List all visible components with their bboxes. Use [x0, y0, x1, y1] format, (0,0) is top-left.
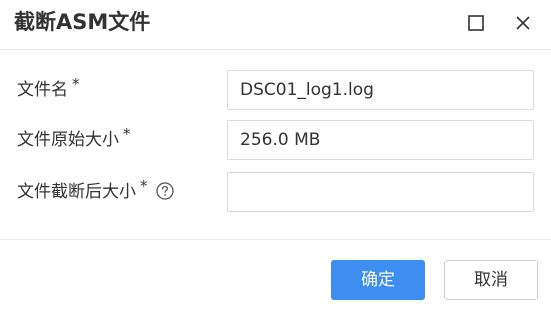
form-row-file-name: 文件名 *: [0, 70, 551, 110]
required-mark: *: [140, 177, 148, 195]
truncated-size-input[interactable]: [227, 172, 534, 212]
cancel-button[interactable]: 取消: [444, 260, 538, 300]
maximize-button[interactable]: [463, 10, 489, 36]
close-x-icon: [516, 16, 530, 30]
file-name-label-text: 文件名: [17, 80, 68, 100]
original-size-label-text: 文件原始大小: [17, 130, 119, 150]
file-name-input[interactable]: [227, 70, 534, 110]
original-size-label: 文件原始大小 *: [17, 125, 131, 152]
required-mark: *: [72, 75, 80, 93]
file-name-label: 文件名 *: [17, 75, 80, 102]
original-size-input[interactable]: [227, 120, 534, 160]
truncated-size-label-text: 文件截断后大小: [17, 182, 136, 202]
form-row-original-size: 文件原始大小 *: [0, 120, 551, 160]
required-mark: *: [123, 125, 131, 143]
truncate-asm-file-dialog: 截断ASM文件 文件名* 文件原始大小*: [0, 0, 551, 314]
help-button[interactable]: [155, 182, 174, 200]
dialog-header: 截断ASM文件: [0, 0, 551, 50]
truncate-form: 文件名* 文件原始大小* 文件截断后大小*: [0, 50, 551, 239]
dialog-title: 截断ASM文件: [14, 10, 151, 34]
truncated-size-label: 文件截断后大小 *: [17, 177, 174, 204]
question-circle-icon: [155, 182, 174, 200]
form-row-truncated-size: 文件截断后大小 *: [0, 172, 551, 212]
confirm-button[interactable]: 确定: [331, 260, 425, 300]
dialog-footer: 确定 取消: [0, 239, 551, 314]
close-button[interactable]: [510, 10, 536, 36]
maximize-square-icon: [468, 15, 484, 31]
